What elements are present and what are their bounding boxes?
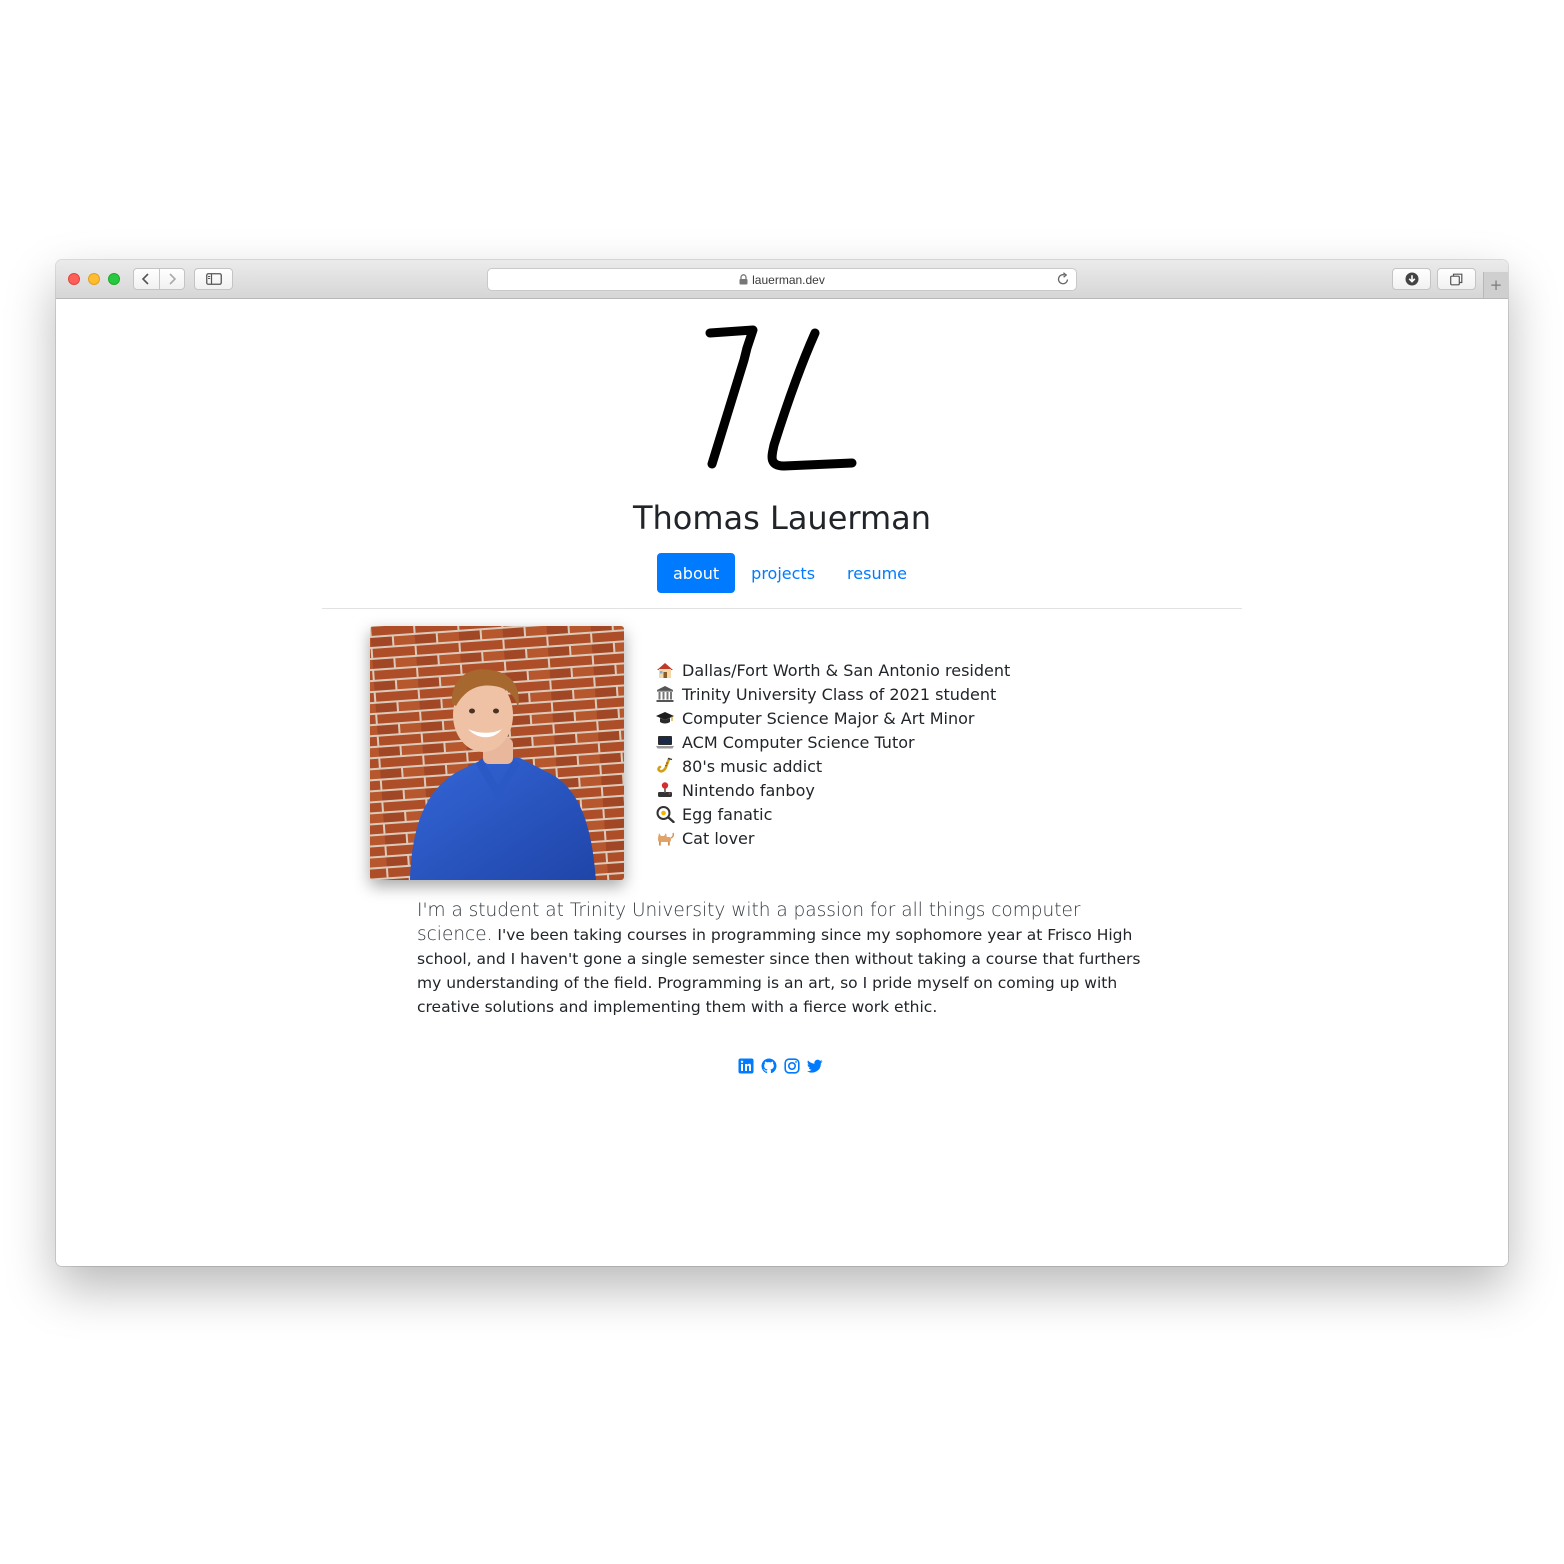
tab-overview-icon [1450, 273, 1463, 285]
downloads-button[interactable] [1392, 268, 1431, 290]
zoom-window-button[interactable] [108, 273, 120, 285]
address-bar[interactable]: lauerman.dev [487, 268, 1077, 291]
tab-projects[interactable]: projects [735, 553, 831, 593]
list-item: 80's music addict [655, 754, 1010, 778]
bio-body: I've been taking courses in programming … [417, 926, 1141, 1016]
fact-text: ACM Computer Science Tutor [682, 732, 915, 752]
main-nav: about projects resume [657, 553, 923, 593]
tab-resume[interactable]: resume [831, 553, 923, 593]
list-item: Trinity University Class of 2021 student [655, 682, 1010, 706]
list-item: Dallas/Fort Worth & San Antonio resident [655, 658, 1010, 682]
new-tab-button[interactable]: + [1483, 272, 1508, 298]
list-item: Cat lover [655, 826, 1010, 850]
history-navigation [133, 268, 185, 290]
list-item: ACM Computer Science Tutor [655, 730, 1010, 754]
saxophone-icon [655, 757, 675, 775]
sidebar-toggle-button[interactable] [194, 268, 233, 290]
fact-text: Dallas/Fort Worth & San Antonio resident [682, 660, 1011, 680]
fact-text: Egg fanatic [682, 804, 773, 824]
back-button[interactable] [134, 269, 159, 289]
fact-text: Nintendo fanboy [682, 780, 815, 800]
address-text: lauerman.dev [752, 272, 825, 287]
linkedin-icon[interactable] [738, 1058, 754, 1074]
classical-building-icon [655, 685, 675, 703]
browser-window: lauerman.dev + Thomas Lauerman about pro… [56, 260, 1508, 1266]
page-title: Thomas Lauerman [632, 499, 932, 537]
laptop-icon [655, 733, 675, 751]
lock-icon [739, 274, 748, 285]
sidebar-icon [205, 273, 222, 285]
joystick-icon [655, 781, 675, 799]
fact-text: Cat lover [682, 828, 755, 848]
page-content: Thomas Lauerman about projects resume Da… [56, 299, 1508, 1266]
fact-text: Computer Science Major & Art Minor [682, 708, 975, 728]
list-item: Nintendo fanboy [655, 778, 1010, 802]
house-icon [655, 661, 675, 679]
twitter-icon[interactable] [807, 1058, 823, 1074]
profile-photo [370, 626, 624, 880]
chevron-left-icon [142, 273, 149, 285]
social-links [738, 1058, 823, 1074]
close-window-button[interactable] [68, 273, 80, 285]
list-item: Computer Science Major & Art Minor [655, 706, 1010, 730]
fact-list: Dallas/Fort Worth & San Antonio resident… [655, 658, 1010, 850]
fact-text: 80's music addict [682, 756, 823, 776]
browser-toolbar: lauerman.dev + [56, 260, 1508, 299]
cat-icon [655, 829, 675, 847]
nav-divider [322, 608, 1242, 609]
download-icon [1405, 272, 1418, 286]
minimize-window-button[interactable] [88, 273, 100, 285]
fried-egg-icon [655, 805, 675, 823]
tab-overview-button[interactable] [1437, 268, 1476, 290]
tl-logo[interactable] [704, 325, 858, 475]
github-icon[interactable] [761, 1058, 777, 1074]
reload-icon[interactable] [1056, 272, 1070, 286]
graduation-cap-icon [655, 709, 675, 727]
tab-about[interactable]: about [657, 553, 736, 593]
instagram-icon[interactable] [784, 1058, 800, 1074]
plus-icon: + [1489, 276, 1503, 294]
bio-paragraph: I'm a student at Trinity University with… [417, 899, 1157, 1019]
forward-button[interactable] [158, 269, 185, 289]
fact-text: Trinity University Class of 2021 student [682, 684, 997, 704]
chevron-right-icon [169, 273, 176, 285]
list-item: Egg fanatic [655, 802, 1010, 826]
